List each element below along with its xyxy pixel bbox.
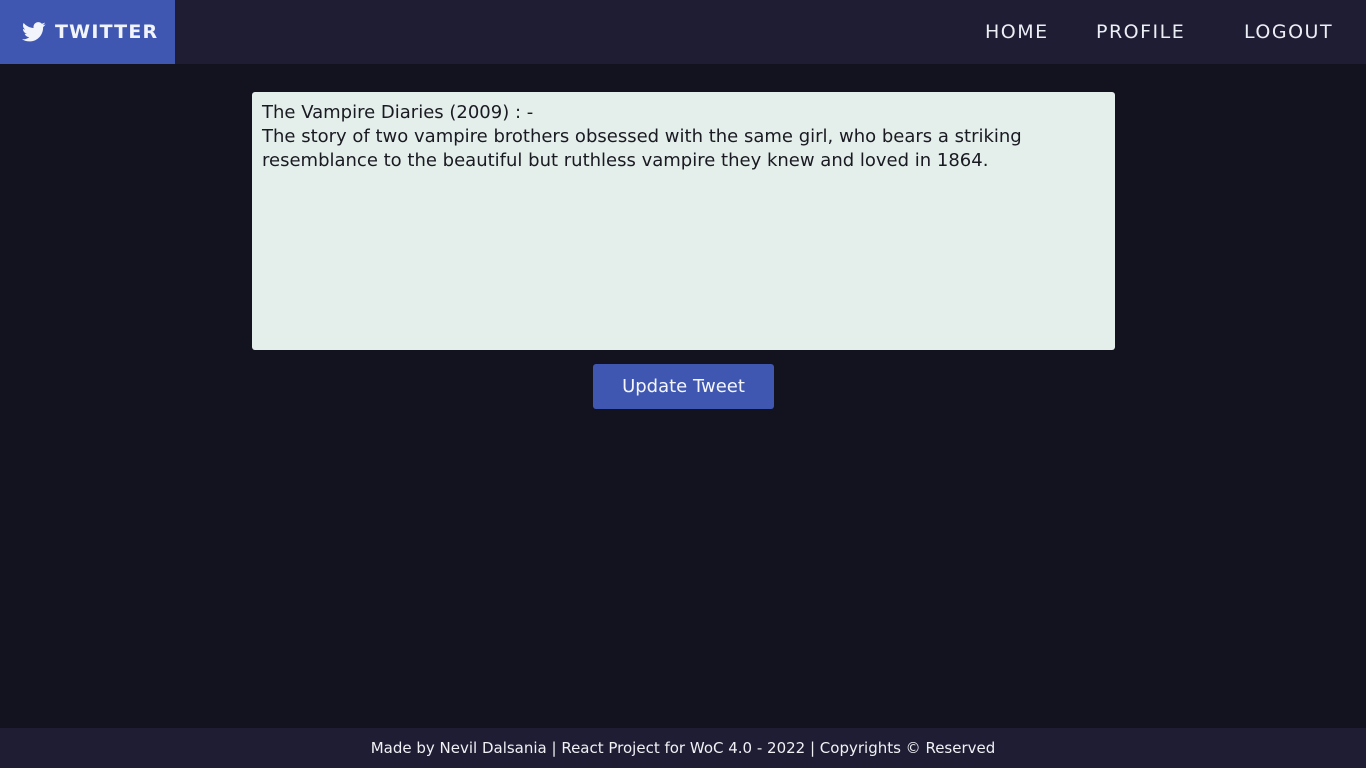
brand-label: TWITTER (55, 21, 159, 43)
brand-home-link[interactable]: TWITTER (0, 0, 175, 64)
nav-logout-link[interactable]: LOGOUT (1244, 0, 1333, 64)
footer-text: Made by Nevil Dalsania | React Project f… (370, 739, 996, 757)
nav-home-link[interactable]: HOME (985, 0, 1049, 64)
top-navbar: TWITTER HOME PROFILE LOGOUT (0, 0, 1366, 64)
twitter-bird-icon (22, 22, 46, 42)
tweet-text-input[interactable]: The Vampire Diaries (2009) : - The story… (252, 92, 1115, 350)
update-tweet-button[interactable]: Update Tweet (593, 364, 774, 409)
footer: Made by Nevil Dalsania | React Project f… (0, 728, 1366, 768)
nav-profile-link[interactable]: PROFILE (1096, 0, 1185, 64)
tweet-editor-container: The Vampire Diaries (2009) : - The story… (252, 92, 1115, 350)
